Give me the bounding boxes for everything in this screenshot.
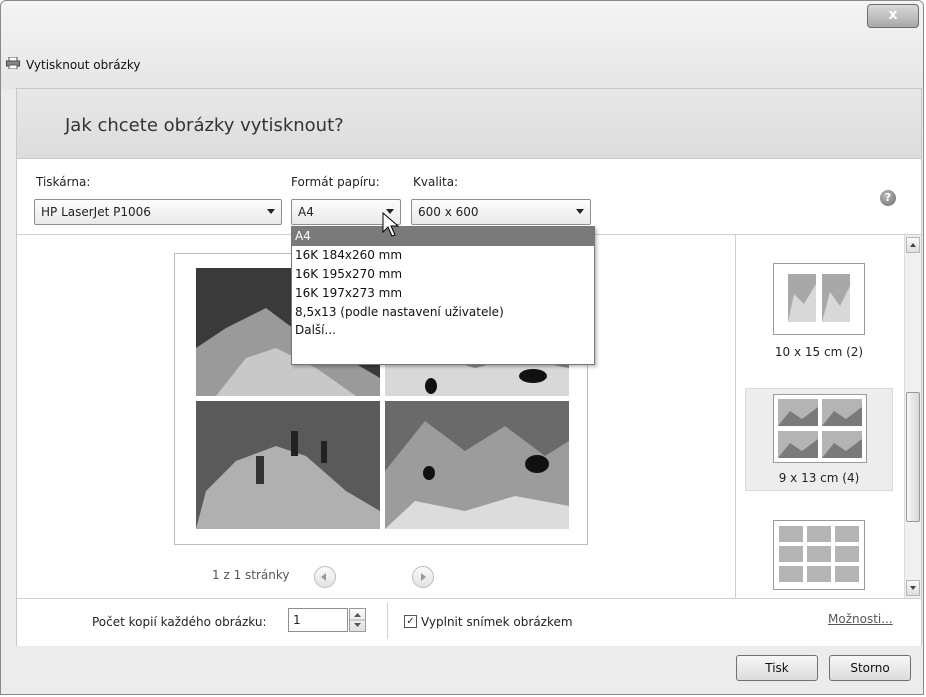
layout-label: 9 x 13 cm (4) xyxy=(778,471,860,485)
paper-format-label: Formát papíru: xyxy=(291,175,380,189)
layout-2-photos-icon xyxy=(788,274,850,322)
quality-label: Kvalita: xyxy=(413,175,459,189)
layout-scrollbar[interactable] xyxy=(904,235,921,598)
dropdown-option[interactable]: Další... xyxy=(292,322,594,339)
arrow-down-icon xyxy=(910,586,916,590)
layout-option-more[interactable] xyxy=(745,515,893,590)
copies-input[interactable]: 1 xyxy=(288,608,348,632)
printer-icon xyxy=(6,57,20,69)
dropdown-option[interactable]: 16K 195x270 mm xyxy=(292,265,594,284)
cancel-button[interactable]: Storno xyxy=(829,655,911,681)
printer-value: HP LaserJet P1006 xyxy=(41,205,151,219)
layout-option-10x15[interactable]: 10 x 15 cm (2) xyxy=(745,255,893,375)
printer-label: Tiskárna: xyxy=(36,175,91,189)
arrow-right-icon xyxy=(421,573,426,581)
title-bar xyxy=(1,1,923,89)
layout-many-photos-icon xyxy=(779,526,859,582)
layout-thumbnail xyxy=(773,520,865,590)
next-page-button[interactable] xyxy=(412,566,434,588)
fill-checkbox[interactable]: ✓ xyxy=(404,615,417,628)
header-title: Jak chcete obrázky vytisknout? xyxy=(65,115,344,136)
separator xyxy=(387,603,388,639)
spinner-arrows-icon xyxy=(350,613,365,627)
preview-photo-3 xyxy=(196,401,380,529)
paper-format-dropdown-list[interactable]: A4 16K 184x260 mm 16K 195x270 mm 16K 197… xyxy=(291,226,595,365)
layout-option-9x13[interactable]: 9 x 13 cm (4) xyxy=(745,388,893,491)
page-counter: 1 z 1 stránky xyxy=(212,568,290,582)
window-title: Vytisknout obrázky xyxy=(26,58,141,72)
help-icon[interactable]: ? xyxy=(880,190,896,206)
copies-label: Počet kopií každého obrázku: xyxy=(92,615,267,629)
scroll-thumb[interactable] xyxy=(906,392,920,522)
dialog-header: Jak chcete obrázky vytisknout? xyxy=(16,88,922,158)
paper-format-value: A4 xyxy=(298,205,314,219)
previous-page-button[interactable] xyxy=(314,566,336,588)
fill-checkbox-label: Vyplnit snímek obrázkem xyxy=(421,615,573,629)
scroll-down-button[interactable] xyxy=(906,580,920,596)
print-button[interactable]: Tisk xyxy=(736,655,818,681)
options-link[interactable]: Možnosti... xyxy=(828,612,893,626)
layout-4-photos-icon xyxy=(778,399,862,458)
mouse-cursor-icon xyxy=(382,212,400,237)
arrow-left-icon xyxy=(321,573,326,581)
scroll-up-button[interactable] xyxy=(906,237,920,253)
quality-select[interactable]: 600 x 600 xyxy=(411,199,591,225)
arrow-up-icon xyxy=(910,243,916,247)
layout-thumbnail xyxy=(773,394,867,463)
chevron-down-icon xyxy=(576,209,584,214)
dropdown-option[interactable]: 16K 197x273 mm xyxy=(292,284,594,303)
layout-thumbnail xyxy=(773,263,865,335)
dropdown-option[interactable]: A4 xyxy=(292,227,594,246)
dropdown-option[interactable]: 8,5x13 (podle nastavení uživatele) xyxy=(292,303,594,322)
copies-spinner[interactable] xyxy=(349,608,366,632)
close-button[interactable]: x xyxy=(867,4,919,28)
chevron-down-icon xyxy=(267,209,275,214)
dropdown-option[interactable]: 16K 184x260 mm xyxy=(292,246,594,265)
printer-select[interactable]: HP LaserJet P1006 xyxy=(34,199,282,225)
layout-panel-divider xyxy=(735,235,736,598)
layout-label: 10 x 15 cm (2) xyxy=(774,345,864,359)
quality-value: 600 x 600 xyxy=(418,205,479,219)
preview-photo-4 xyxy=(385,401,569,529)
